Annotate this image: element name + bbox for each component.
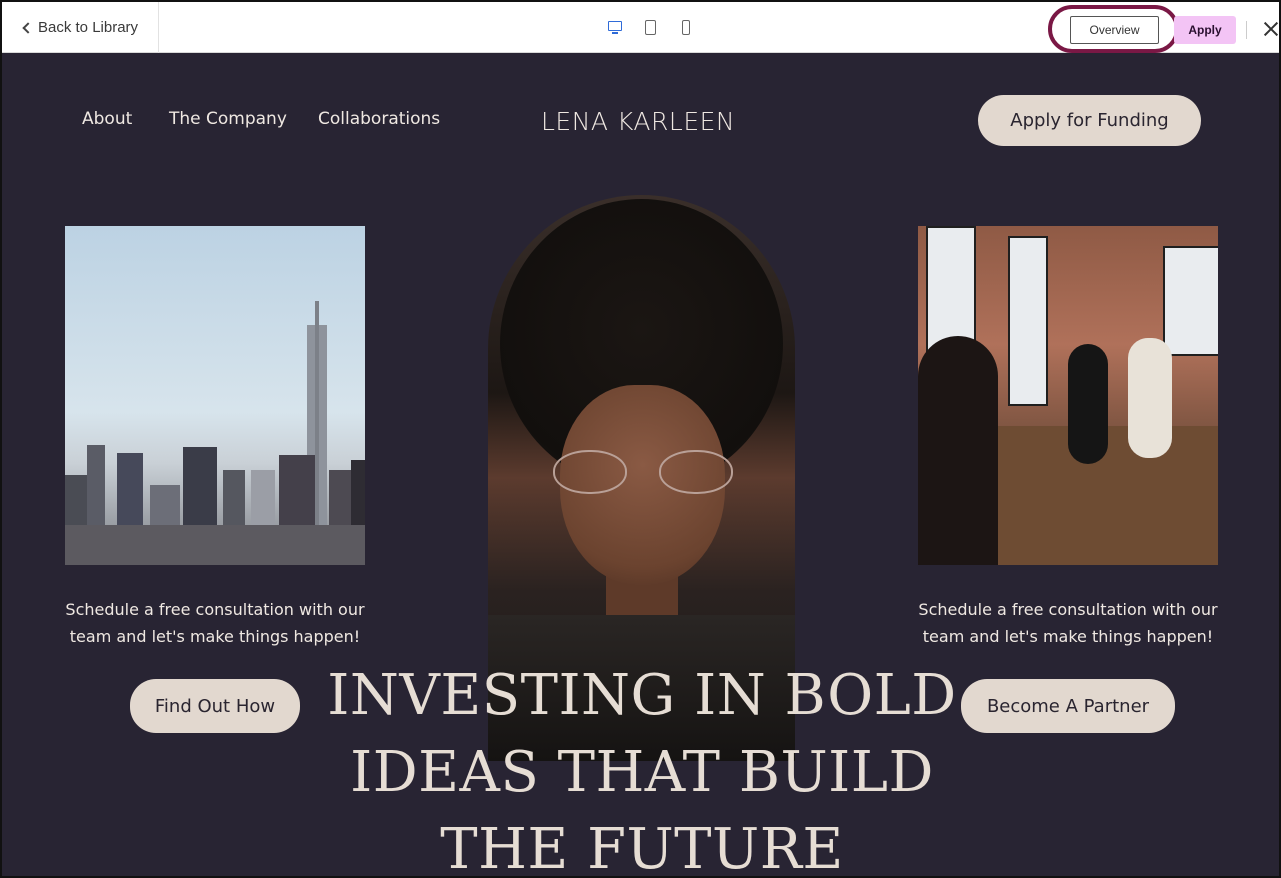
nav-link-collaborations[interactable]: Collaborations [318, 109, 440, 129]
close-icon[interactable] [1261, 19, 1279, 39]
mobile-icon[interactable] [676, 19, 696, 37]
editor-toolbar: Back to Library Overview Apply [2, 2, 1279, 53]
city-skyline-image [65, 226, 365, 565]
device-switcher [606, 19, 711, 37]
back-label: Back to Library [38, 19, 139, 36]
find-out-how-button[interactable]: Find Out How [130, 679, 300, 733]
apply-button[interactable]: Apply [1174, 16, 1236, 44]
become-a-partner-button[interactable]: Become A Partner [961, 679, 1175, 733]
team-meeting-image [918, 226, 1218, 565]
headline-line: IDEAS THAT BUILD [350, 740, 934, 805]
template-preview: About The Company Collaborations LENA KA… [2, 53, 1279, 878]
headline-line: THE FUTURE [440, 817, 844, 878]
nav-link-about[interactable]: About [82, 109, 132, 129]
browser-frame: Back to Library Overview Apply About The… [0, 0, 1281, 878]
toolbar-divider [1246, 21, 1247, 39]
chevron-left-icon [22, 22, 34, 34]
consultation-caption-left: Schedule a free consultation with our te… [65, 600, 365, 646]
desktop-icon[interactable] [606, 19, 626, 37]
headline-line: INVESTING IN BOLD [327, 663, 957, 728]
apply-for-funding-button[interactable]: Apply for Funding [978, 95, 1201, 146]
tablet-icon[interactable] [641, 19, 661, 37]
site-logo[interactable]: LENA KARLEEN [541, 107, 735, 136]
hero-headline: INVESTING IN BOLD IDEAS THAT BUILD THE F… [302, 657, 982, 878]
consultation-caption-right: Schedule a free consultation with our te… [918, 600, 1218, 646]
nav-link-company[interactable]: The Company [169, 109, 287, 129]
overview-button[interactable]: Overview [1070, 16, 1159, 44]
back-to-library-button[interactable]: Back to Library [2, 2, 159, 53]
